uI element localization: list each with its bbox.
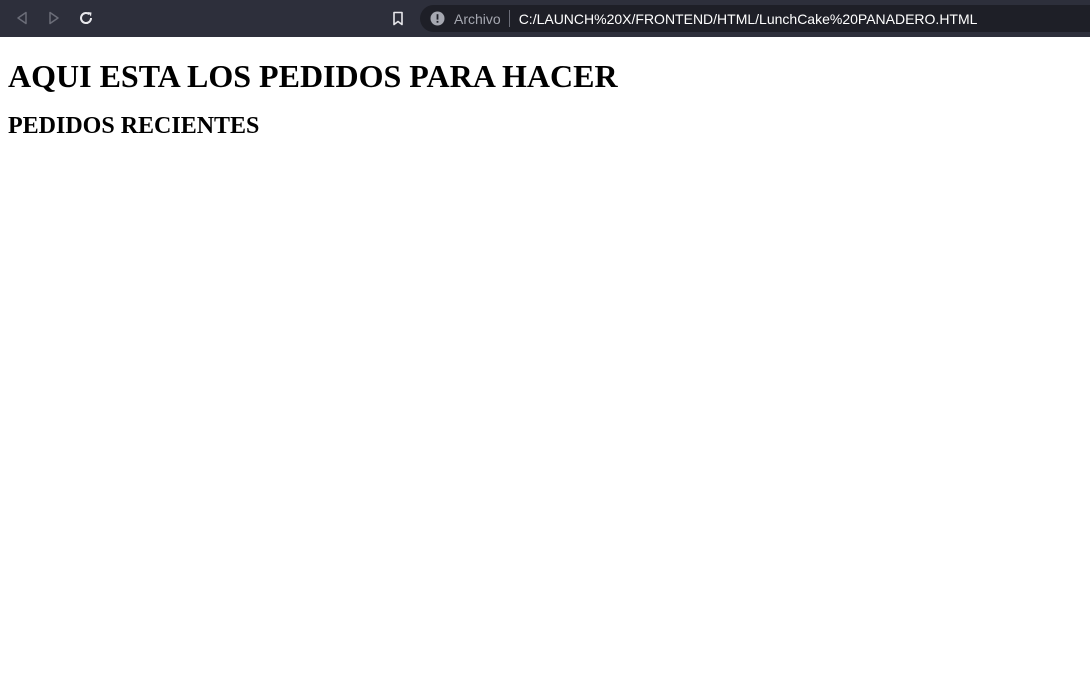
page-content: AQUI ESTA LOS PEDIDOS PARA HACER PEDIDOS… <box>0 58 1090 140</box>
address-bar[interactable]: Archivo C:/LAUNCH%20X/FRONTEND/HTML/Lunc… <box>420 5 1090 32</box>
info-icon[interactable] <box>430 11 445 26</box>
scheme-label: Archivo <box>454 10 501 27</box>
back-arrow-icon <box>17 11 27 25</box>
reload-button[interactable] <box>76 8 96 28</box>
url-text[interactable]: C:/LAUNCH%20X/FRONTEND/HTML/LunchCake%20… <box>519 11 978 27</box>
page-title: AQUI ESTA LOS PEDIDOS PARA HACER <box>8 58 618 94</box>
section-title: PEDIDOS RECIENTES <box>8 113 260 139</box>
forward-button[interactable] <box>44 8 64 28</box>
bookmark-icon <box>393 11 403 25</box>
bookmark-button[interactable] <box>388 8 408 28</box>
browser-toolbar: Archivo C:/LAUNCH%20X/FRONTEND/HTML/Lunc… <box>0 0 1090 37</box>
reload-icon <box>80 12 93 24</box>
forward-arrow-icon <box>49 11 59 25</box>
address-separator <box>508 10 510 27</box>
back-button[interactable] <box>12 8 32 28</box>
